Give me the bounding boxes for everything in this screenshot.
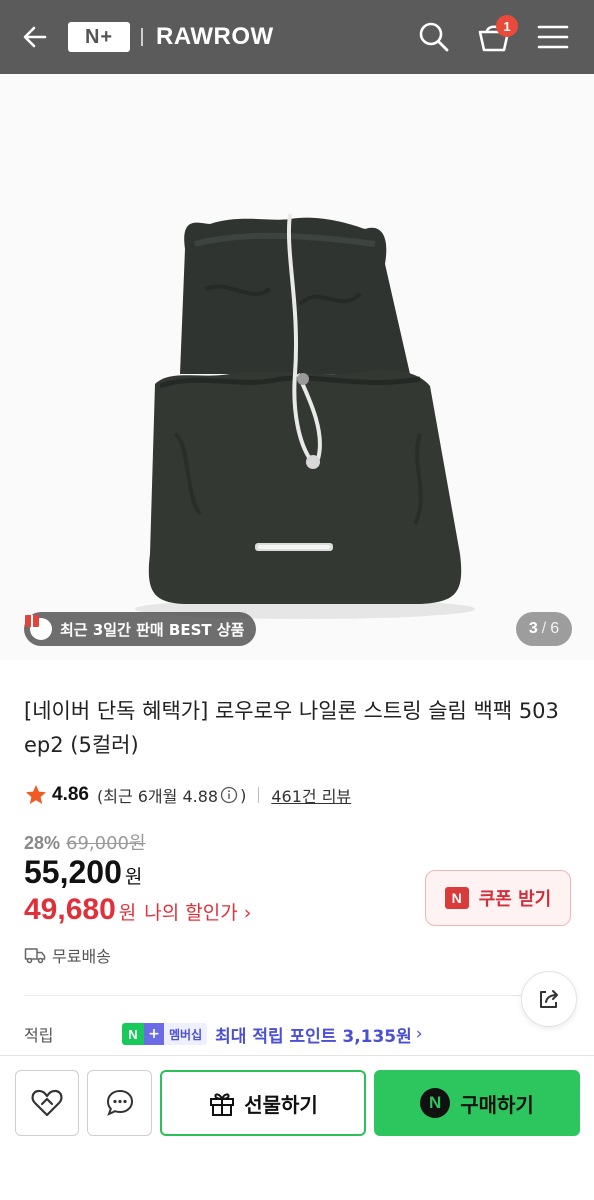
image-page-indicator: 3 / 6 <box>516 612 572 646</box>
buy-label: 구매하기 <box>460 1092 534 1117</box>
rating-divider <box>258 787 260 803</box>
cart-button[interactable]: 1 <box>474 15 518 57</box>
share-button[interactable] <box>521 971 577 1027</box>
recent-rating: (최근 6개월 4.88 <box>96 787 219 806</box>
section-divider <box>24 995 572 996</box>
best-seller-label: 최근 3일간 판매 BEST 상품 <box>60 620 245 639</box>
arrow-left-icon <box>23 26 47 48</box>
product-image-gallery[interactable]: 최근 3일간 판매 BEST 상품 3 / 6 <box>0 74 594 660</box>
truck-icon <box>24 948 46 964</box>
heart-icon <box>31 1089 63 1117</box>
share-icon <box>540 990 558 1008</box>
membership-badge: N + 멤버십 <box>122 1023 208 1045</box>
best-seller-badge: 최근 3일간 판매 BEST 상품 <box>24 612 257 646</box>
gift-icon <box>210 1093 235 1116</box>
review-count-link[interactable]: 461건 리뷰 <box>271 783 351 807</box>
buy-button[interactable]: N 구매하기 <box>374 1070 580 1136</box>
price-unit: 원 <box>124 866 143 888</box>
chevron-right-icon: › <box>243 902 252 924</box>
shipping-text: 무료배송 <box>52 947 111 966</box>
my-discount-price-row[interactable]: 49,680 원 나의 할인가 › <box>24 893 251 927</box>
cart-count-badge: 1 <box>496 15 518 37</box>
top-app-bar: N+ RAWROW 1 <box>0 0 594 74</box>
current-image-index: 3 <box>528 620 538 637</box>
header-divider <box>141 28 143 46</box>
coupon-label: 쿠폰 받기 <box>478 889 552 910</box>
sale-price: 55,200 <box>24 854 122 890</box>
gift-button[interactable]: 선물하기 <box>160 1070 366 1136</box>
recent-rating-close: ) <box>240 785 247 805</box>
sale-price-row: 55,200 원 <box>24 854 142 891</box>
star-icon <box>26 785 46 804</box>
my-discount-label: 나의 할인가 <box>144 902 238 924</box>
chat-button[interactable] <box>87 1070 152 1136</box>
like-button[interactable] <box>15 1070 79 1136</box>
shipping-info: 무료배송 <box>24 943 111 967</box>
membership-n-logo: N <box>122 1023 144 1045</box>
rating-row: 4.86 (최근 6개월 4.88 ) 461건 리뷰 <box>24 781 351 809</box>
points-label: 적립 <box>24 1026 54 1045</box>
my-price-unit: 원 <box>118 902 137 924</box>
discount-rate: 28% <box>24 833 61 853</box>
product-photo-backpack <box>0 74 594 660</box>
npay-icon: N <box>420 1088 451 1118</box>
search-icon <box>419 22 449 52</box>
page-separator: / <box>541 620 547 637</box>
coupon-icon: N <box>444 887 469 909</box>
menu-button[interactable] <box>536 21 570 53</box>
brand-name[interactable]: RAWROW <box>156 22 274 52</box>
membership-text: 멤버십 <box>164 1023 208 1045</box>
info-icon[interactable] <box>220 786 238 804</box>
membership-plus-logo: + <box>144 1023 164 1045</box>
naver-plus-logo[interactable]: N+ <box>68 22 130 52</box>
points-row[interactable]: 적립 N + 멤버십 최대 적립 포인트 3,135원 › <box>24 1020 572 1048</box>
chat-bubble-icon <box>106 1089 133 1116</box>
search-button[interactable] <box>416 19 452 55</box>
hamburger-icon <box>537 25 569 49</box>
rating-score: 4.86 <box>52 784 89 805</box>
get-coupon-button[interactable]: N 쿠폰 받기 <box>425 870 571 926</box>
gift-box-icon <box>25 615 52 640</box>
max-points-text: 최대 적립 포인트 3,135원 <box>215 1026 412 1047</box>
gift-label: 선물하기 <box>244 1092 318 1117</box>
total-images: 6 <box>550 620 560 637</box>
my-discount-price: 49,680 <box>24 893 116 926</box>
discount-row: 28% 69,000원 <box>24 829 146 855</box>
chevron-right-icon: › <box>415 1024 423 1044</box>
product-title: [네이버 단독 혜택가] 로우로우 나일론 스트링 슬림 백팩 503 ep2 … <box>24 699 559 757</box>
bottom-action-bar: 선물하기 N 구매하기 <box>0 1055 594 1200</box>
original-price: 69,000원 <box>66 833 146 854</box>
back-button[interactable] <box>18 20 52 54</box>
